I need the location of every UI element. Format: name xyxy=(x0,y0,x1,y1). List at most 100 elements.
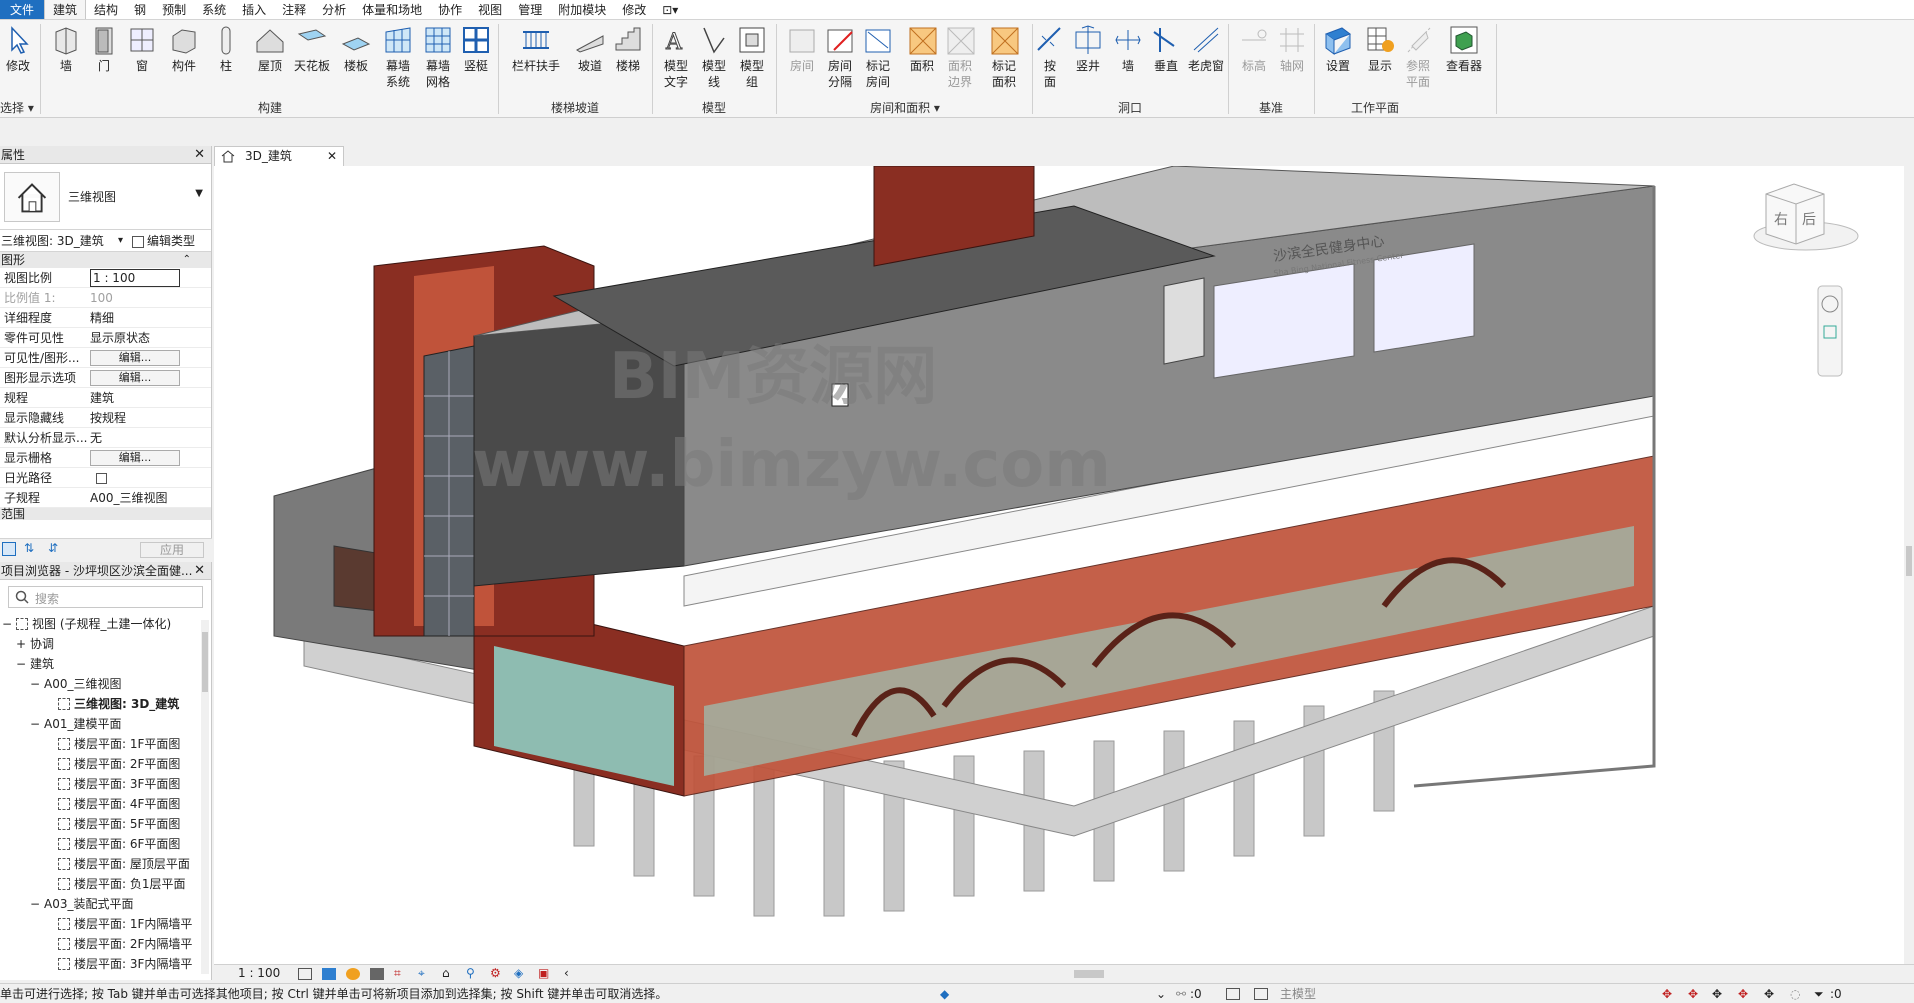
model-group-button[interactable]: 模型 组 xyxy=(732,24,772,100)
tree-item[interactable]: 楼层平面: 4F平面图 xyxy=(0,794,211,814)
tree-item[interactable]: − 建筑 xyxy=(0,654,211,674)
tree-item[interactable]: 楼层平面: 6F平面图 xyxy=(0,834,211,854)
highlight-displacement-icon[interactable]: ▣ xyxy=(538,965,549,982)
model-line-button[interactable]: 模型 线 xyxy=(694,24,734,100)
mullion-button[interactable]: 竖梃 xyxy=(456,24,496,100)
tab-3d-view[interactable]: 3D_建筑 ✕ xyxy=(214,146,344,166)
tree-item[interactable]: − A00_三维视图 xyxy=(0,674,211,694)
ceiling-button[interactable]: 天花板 xyxy=(292,24,332,100)
quick-access-dropdown-icon[interactable]: ⊡▾ xyxy=(654,0,686,19)
menu-tab-4[interactable]: 预制 xyxy=(154,0,194,19)
component-button[interactable]: 构件 xyxy=(164,24,204,100)
building-model[interactable]: 沙滨全民健身中心 Sha Bing National Fitness Cente… xyxy=(214,165,1904,964)
property-value[interactable]: 精细 xyxy=(90,308,182,328)
collapse-icon[interactable]: − xyxy=(16,654,26,674)
design-options-icon[interactable] xyxy=(1226,988,1240,1000)
section-range[interactable]: 范围 xyxy=(0,508,211,520)
collapse-icon[interactable]: − xyxy=(30,674,40,694)
property-value[interactable]: 100 xyxy=(90,288,182,308)
wall-button[interactable]: 墙 xyxy=(46,24,86,100)
visual-style-icon[interactable] xyxy=(322,968,336,980)
model-text-button[interactable]: A 模型 文字 xyxy=(656,24,696,100)
3d-viewport[interactable]: 沙滨全民健身中心 Sha Bing National Fitness Cente… xyxy=(214,165,1904,964)
property-value[interactable]: 无 xyxy=(90,428,182,448)
menu-tab-1[interactable]: 建筑 xyxy=(44,0,87,19)
collapse-icon[interactable]: ⌃ xyxy=(183,252,191,268)
crop-view-icon[interactable]: ⌗ xyxy=(394,965,401,982)
level-button[interactable]: 标高 xyxy=(1234,24,1274,100)
section-graphics[interactable]: 图形 ⌃ xyxy=(0,252,211,268)
grid-button[interactable]: 轴网 xyxy=(1272,24,1312,100)
horizontal-scrollbar[interactable] xyxy=(574,969,1894,979)
instance-selector[interactable]: 三维视图: 3D_建筑 xyxy=(1,234,104,248)
menu-tab-2[interactable]: 结构 xyxy=(86,0,126,19)
tree-item[interactable]: 楼层平面: 1F内隔墙平 xyxy=(0,914,211,934)
sort-ascending-icon[interactable]: ⇅ xyxy=(24,541,34,555)
menu-tab-0[interactable]: 文件 xyxy=(0,0,45,19)
main-model-selector[interactable]: 主模型 xyxy=(1280,984,1316,1003)
vertical-scrollbar[interactable] xyxy=(1904,146,1914,964)
scroll-left-icon[interactable]: ‹ xyxy=(564,965,569,982)
show-button[interactable]: 显示 xyxy=(1360,24,1400,100)
collapse-icon[interactable]: − xyxy=(2,614,12,634)
view-scale[interactable]: 1 : 100 xyxy=(238,965,280,982)
modify-button[interactable]: 修改 xyxy=(0,24,36,100)
search-input[interactable]: 搜索 xyxy=(8,586,203,608)
property-value[interactable]: 显示原状态 xyxy=(90,328,182,348)
unlock-3d-icon[interactable]: ⌂ xyxy=(442,965,450,982)
show-crop-icon[interactable]: ⌖ xyxy=(418,965,425,982)
door-button[interactable]: 门 xyxy=(84,24,124,100)
sort-descending-icon[interactable]: ⇵ xyxy=(48,541,58,555)
background-process-icon[interactable]: ◌ xyxy=(1790,984,1800,1003)
drag-elements-icon[interactable]: ✥ xyxy=(1764,984,1774,1003)
by-face-button[interactable]: 按 面 xyxy=(1030,24,1070,100)
tree-item[interactable]: − A03_装配式平面 xyxy=(0,894,211,914)
tree-item[interactable]: − 视图 (子规程_土建一体化) xyxy=(0,614,211,634)
floor-button[interactable]: 楼板 xyxy=(336,24,376,100)
navigation-bar[interactable] xyxy=(1817,285,1843,377)
menu-tab-8[interactable]: 分析 xyxy=(314,0,354,19)
tree-item[interactable]: + 协调 xyxy=(0,634,211,654)
detail-level-icon[interactable] xyxy=(298,968,312,980)
tree-item[interactable]: − A01_建模平面 xyxy=(0,714,211,734)
menu-tab-6[interactable]: 插入 xyxy=(234,0,274,19)
sun-path-checkbox[interactable] xyxy=(90,468,182,488)
tree-item[interactable]: 楼层平面: 2F内隔墙平 xyxy=(0,934,211,954)
property-value[interactable]: 建筑 xyxy=(90,388,182,408)
tag-room-button[interactable]: 标记 房间 xyxy=(858,24,898,100)
roof-button[interactable]: 屋顶 xyxy=(250,24,290,100)
filter-icon[interactable]: ⏷ xyxy=(1814,984,1824,1003)
select-by-face-icon[interactable]: ✥ xyxy=(1738,984,1748,1003)
room-separator-button[interactable]: 房间 分隔 xyxy=(820,24,860,100)
menu-tab-13[interactable]: 附加模块 xyxy=(550,0,614,19)
analytical-model-icon[interactable]: ◈ xyxy=(514,965,523,982)
ref-plane-button[interactable]: 参照 平面 xyxy=(1398,24,1438,100)
tree-item[interactable]: 楼层平面: 屋顶层平面 xyxy=(0,854,211,874)
column-button[interactable]: 柱 xyxy=(206,24,246,100)
set-button[interactable]: 设置 xyxy=(1318,24,1358,100)
edit-button[interactable]: 编辑... xyxy=(90,450,180,466)
dormer-button[interactable]: 老虎窗 xyxy=(1186,24,1226,100)
menu-tab-11[interactable]: 视图 xyxy=(470,0,510,19)
menu-tab-9[interactable]: 体量和场地 xyxy=(354,0,430,19)
room-button[interactable]: 房间 xyxy=(782,24,822,100)
tree-item[interactable]: 楼层平面: 2F平面图 xyxy=(0,754,211,774)
curtain-grid-button[interactable]: 幕墙 网格 xyxy=(418,24,458,100)
tree-item[interactable]: 楼层平面: 1F平面图 xyxy=(0,734,211,754)
vertical-button[interactable]: 垂直 xyxy=(1146,24,1186,100)
collapse-icon[interactable]: − xyxy=(30,894,40,914)
chevron-down-icon[interactable]: ⌄ xyxy=(1156,984,1166,1003)
collapse-icon[interactable]: − xyxy=(30,714,40,734)
options-list-icon[interactable] xyxy=(1254,988,1268,1000)
temporary-hide-icon[interactable]: ⚲ xyxy=(466,965,475,982)
railing-button[interactable]: 栏杆扶手 xyxy=(510,24,562,100)
type-selector[interactable]: 三维视图 ▼ xyxy=(0,164,211,230)
ramp-button[interactable]: 坡道 xyxy=(570,24,610,100)
select-pinned-icon[interactable]: ✥ xyxy=(1712,984,1722,1003)
expand-icon[interactable]: + xyxy=(16,634,26,654)
menu-tab-12[interactable]: 管理 xyxy=(510,0,550,19)
group-room-area-label[interactable]: 房间和面积 ▾ xyxy=(780,100,1030,116)
workset-icon[interactable]: ◆ xyxy=(940,984,949,1003)
shadows-icon[interactable] xyxy=(370,968,384,980)
property-value[interactable]: 按规程 xyxy=(90,408,182,428)
